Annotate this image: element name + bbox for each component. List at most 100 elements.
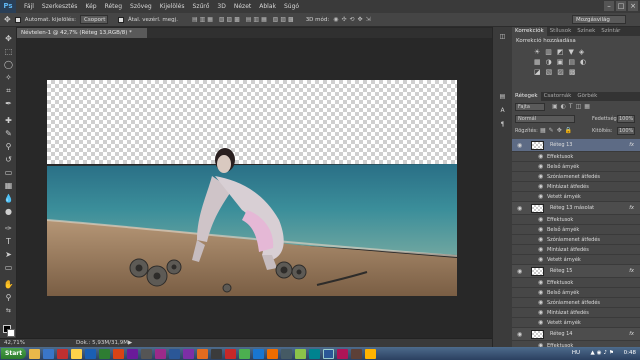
tab-adjustments[interactable]: Korrekciók xyxy=(512,27,547,36)
eye-icon[interactable]: ◉ xyxy=(517,202,522,215)
fill-field[interactable]: 100% xyxy=(617,127,635,135)
eye-icon[interactable]: ◉ xyxy=(517,328,522,341)
brush-tool-icon[interactable]: ✎ xyxy=(3,128,14,139)
layer-effect-item[interactable]: ◉ Mintázat átfedés xyxy=(512,308,640,318)
effect-visibility-icon[interactable]: ◉ xyxy=(538,278,543,287)
dodge-tool-icon[interactable]: ● xyxy=(3,206,14,217)
menu-image[interactable]: Kép xyxy=(81,0,100,13)
start-button[interactable]: Start xyxy=(1,348,27,359)
layer-row[interactable]: ◉ Réteg 13 fx xyxy=(512,139,640,152)
photoshop-task-icon[interactable] xyxy=(169,348,181,359)
layer-effect-item[interactable]: ◉ Mintázat átfedés xyxy=(512,182,640,192)
blend-mode-dropdown[interactable]: Normál xyxy=(515,115,575,123)
crop-tool-icon[interactable]: ⌗ xyxy=(3,85,14,96)
history-brush-tool-icon[interactable]: ↺ xyxy=(3,154,14,165)
character-panel-icon[interactable]: A xyxy=(497,105,508,116)
gradient-tool-icon[interactable]: ▦ xyxy=(3,180,14,191)
effect-visibility-icon[interactable]: ◉ xyxy=(538,235,543,244)
word-icon[interactable] xyxy=(85,348,97,359)
menu-layer[interactable]: Réteg xyxy=(101,0,126,13)
pen-tool-icon[interactable]: ✑ xyxy=(3,223,14,234)
layer-effect-item[interactable]: ◉ Belső árnyék xyxy=(512,162,640,172)
clone-stamp-tool-icon[interactable]: ⚲ xyxy=(3,141,14,152)
chrome-icon[interactable] xyxy=(239,348,251,359)
magic-wand-tool-icon[interactable]: ✧ xyxy=(3,72,14,83)
background-color-swatch[interactable] xyxy=(7,329,15,337)
layer-row[interactable]: ◉ Réteg 15 fx xyxy=(512,265,640,278)
zoom-tool-icon[interactable]: ⚲ xyxy=(3,292,14,303)
layer-effects-icon[interactable]: fx xyxy=(629,328,634,341)
after-effects-icon[interactable] xyxy=(183,348,195,359)
effect-visibility-icon[interactable]: ◉ xyxy=(538,288,543,297)
layer-effect-item[interactable]: ◉ Szórásmenet átfedés xyxy=(512,298,640,308)
language-indicator[interactable]: HU xyxy=(572,347,580,360)
layer-effect-item[interactable]: ◉ Vetett árnyék xyxy=(512,255,640,265)
layer-effects-icon[interactable]: fx xyxy=(629,139,634,152)
lasso-tool-icon[interactable]: ◯ xyxy=(3,59,14,70)
layer-effects-icon[interactable]: fx xyxy=(629,202,634,215)
app-magenta-icon[interactable] xyxy=(337,348,349,359)
tab-swatches[interactable]: Színtár xyxy=(598,27,623,36)
ie-icon[interactable] xyxy=(43,348,55,359)
eye-icon[interactable]: ◉ xyxy=(517,139,522,152)
effect-visibility-icon[interactable]: ◉ xyxy=(538,152,543,161)
eraser-tool-icon[interactable]: ▭ xyxy=(3,167,14,178)
effect-visibility-icon[interactable]: ◉ xyxy=(538,162,543,171)
onenote-icon[interactable] xyxy=(127,348,139,359)
move-tool-icon[interactable]: ✥ xyxy=(3,33,14,44)
blur-tool-icon[interactable]: 💧 xyxy=(3,193,14,204)
3d-mode-icons[interactable]: ◉✣⟲✥⇲ xyxy=(333,16,373,23)
effect-visibility-icon[interactable]: ◉ xyxy=(538,308,543,317)
photoshop-active-icon[interactable] xyxy=(323,348,335,359)
layer-row[interactable]: ◉ Réteg 13 másolat fx xyxy=(512,202,640,215)
effect-visibility-icon[interactable]: ◉ xyxy=(538,298,543,307)
document-tab[interactable]: Névtelen-1 @ 42,7% (Réteg 13,RGB/8) * xyxy=(17,28,147,38)
illustrator-icon[interactable] xyxy=(197,348,209,359)
app-yellow-icon[interactable] xyxy=(365,348,377,359)
tray-icons[interactable]: ▲◉♪⚑ xyxy=(591,347,616,360)
effect-visibility-icon[interactable]: ◉ xyxy=(538,318,543,327)
layer-effects-icon[interactable]: fx xyxy=(629,265,634,278)
layers-panel-icon[interactable]: ▤ xyxy=(497,91,508,102)
firefox-icon[interactable] xyxy=(267,348,279,359)
eyedropper-tool-icon[interactable]: ✒ xyxy=(3,98,14,109)
effect-visibility-icon[interactable]: ◉ xyxy=(538,255,543,264)
menu-type[interactable]: Szöveg xyxy=(126,0,156,13)
healing-brush-tool-icon[interactable]: ✚ xyxy=(3,115,14,126)
layer-effect-item[interactable]: ◉ Vetett árnyék xyxy=(512,192,640,202)
history-panel-icon[interactable]: ◫ xyxy=(497,31,508,42)
layer-filter-icons[interactable]: ▣◐T◫▦ xyxy=(552,103,593,110)
layer-effect-item[interactable]: ◉ Vetett árnyék xyxy=(512,318,640,328)
layer-effect-item[interactable]: ◉ Effektusok xyxy=(512,278,640,288)
layer-effect-item[interactable]: ◉ Belső árnyék xyxy=(512,288,640,298)
opacity-field[interactable]: 100% xyxy=(617,115,635,123)
layer-effect-item[interactable]: ◉ Belső árnyék xyxy=(512,225,640,235)
menu-window[interactable]: Ablak xyxy=(255,0,280,13)
tab-paths[interactable]: Görbék xyxy=(574,92,600,101)
layer-filter-dropdown[interactable]: Fajta xyxy=(515,103,545,111)
minimize-icon[interactable]: – xyxy=(604,1,614,11)
document-canvas[interactable] xyxy=(47,80,457,296)
folder-icon[interactable] xyxy=(71,348,83,359)
app-brown-icon[interactable] xyxy=(351,348,363,359)
menu-3d[interactable]: 3D xyxy=(213,0,229,13)
eye-icon[interactable]: ◉ xyxy=(517,265,522,278)
hand-tool-icon[interactable]: ✋ xyxy=(3,279,14,290)
layer-effect-item[interactable]: ◉ Szórásmenet átfedés xyxy=(512,172,640,182)
menu-file[interactable]: Fájl xyxy=(20,0,38,13)
effect-visibility-icon[interactable]: ◉ xyxy=(538,192,543,201)
maximize-icon[interactable]: □ xyxy=(616,1,626,11)
effect-visibility-icon[interactable]: ◉ xyxy=(538,172,543,181)
premiere-icon[interactable] xyxy=(155,348,167,359)
auto-select-checkbox[interactable] xyxy=(14,16,21,23)
layer-effect-item[interactable]: ◉ Szórásmenet átfedés xyxy=(512,235,640,245)
effect-visibility-icon[interactable]: ◉ xyxy=(538,182,543,191)
menu-select[interactable]: Kijelölés xyxy=(156,0,189,13)
menu-edit[interactable]: Szerkesztés xyxy=(38,0,82,13)
tab-color[interactable]: Színek xyxy=(574,27,598,36)
menu-help[interactable]: Súgó xyxy=(280,0,303,13)
close-icon[interactable]: × xyxy=(628,1,638,11)
auto-select-dropdown[interactable]: Csoport xyxy=(80,15,109,24)
move-tool-icon[interactable]: ✥ xyxy=(4,15,11,24)
menu-view[interactable]: Nézet xyxy=(230,0,255,13)
